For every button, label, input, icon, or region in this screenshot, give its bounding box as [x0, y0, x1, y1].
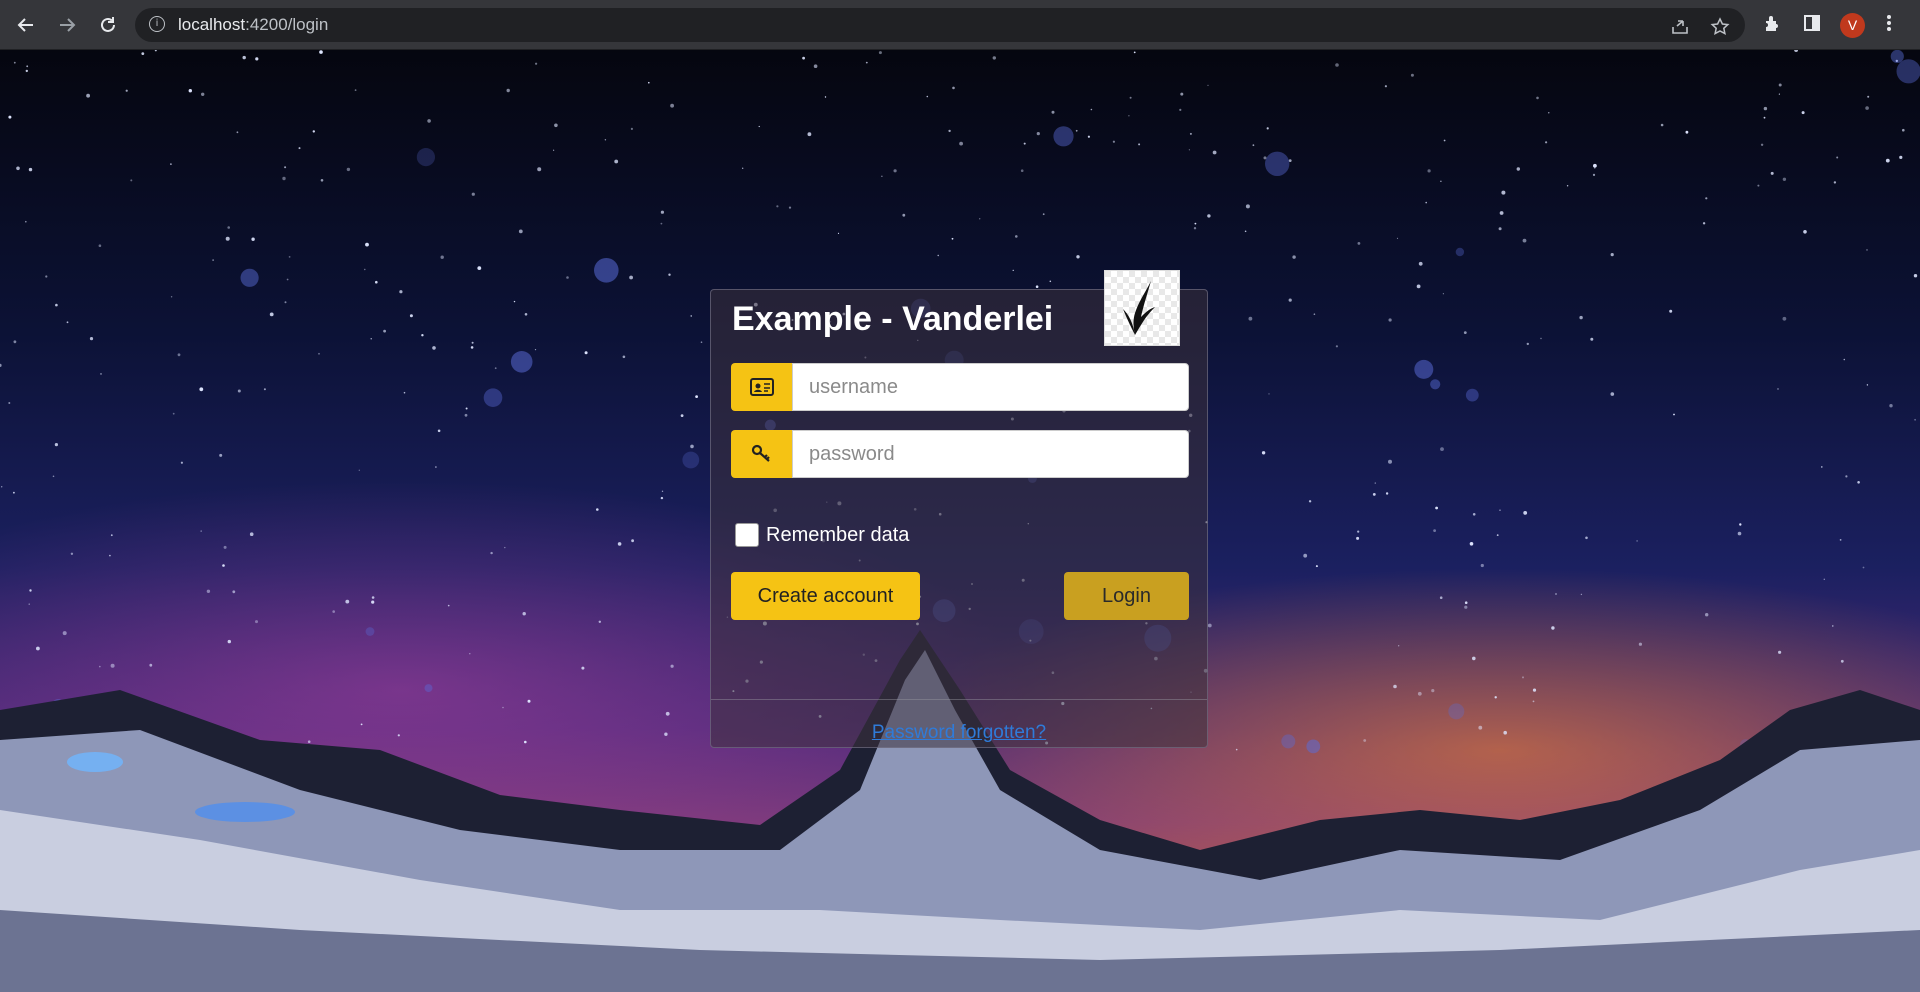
create-account-button[interactable]: Create account	[731, 572, 920, 620]
username-input[interactable]	[792, 363, 1189, 411]
page-viewport: Example - Vanderlei Remember data Create…	[0, 50, 1920, 992]
forward-icon[interactable]	[55, 13, 79, 37]
id-card-icon	[731, 363, 792, 411]
remember-data-label[interactable]: Remember data	[766, 524, 909, 547]
extensions-icon[interactable]	[1762, 13, 1782, 38]
login-card: Example - Vanderlei Remember data Create…	[710, 270, 1208, 748]
star-icon[interactable]	[1710, 17, 1730, 42]
url-text: localhost:4200/login	[178, 15, 329, 34]
info-icon[interactable]: i	[149, 16, 165, 32]
page-title: Example - Vanderlei	[732, 300, 1054, 338]
login-button[interactable]: Login	[1064, 572, 1189, 620]
back-icon[interactable]	[14, 13, 38, 37]
sidepanel-icon[interactable]	[1802, 13, 1822, 38]
remember-data-checkbox[interactable]	[735, 523, 759, 547]
brand-logo	[1104, 270, 1180, 346]
share-icon[interactable]	[1670, 17, 1690, 42]
avatar[interactable]: V	[1840, 13, 1865, 38]
remember-data-row: Remember data	[735, 523, 909, 547]
password-forgotten-link[interactable]: Password forgotten?	[711, 722, 1207, 744]
address-bar[interactable]: i localhost:4200/login	[135, 8, 1745, 42]
password-input[interactable]	[792, 430, 1189, 478]
reload-icon[interactable]	[96, 13, 120, 37]
menu-icon[interactable]	[1884, 13, 1894, 38]
password-group	[731, 430, 1189, 478]
browser-toolbar: i localhost:4200/login V	[0, 0, 1920, 50]
card-footer-divider	[711, 699, 1207, 700]
username-group	[731, 363, 1189, 411]
key-icon	[731, 430, 792, 478]
